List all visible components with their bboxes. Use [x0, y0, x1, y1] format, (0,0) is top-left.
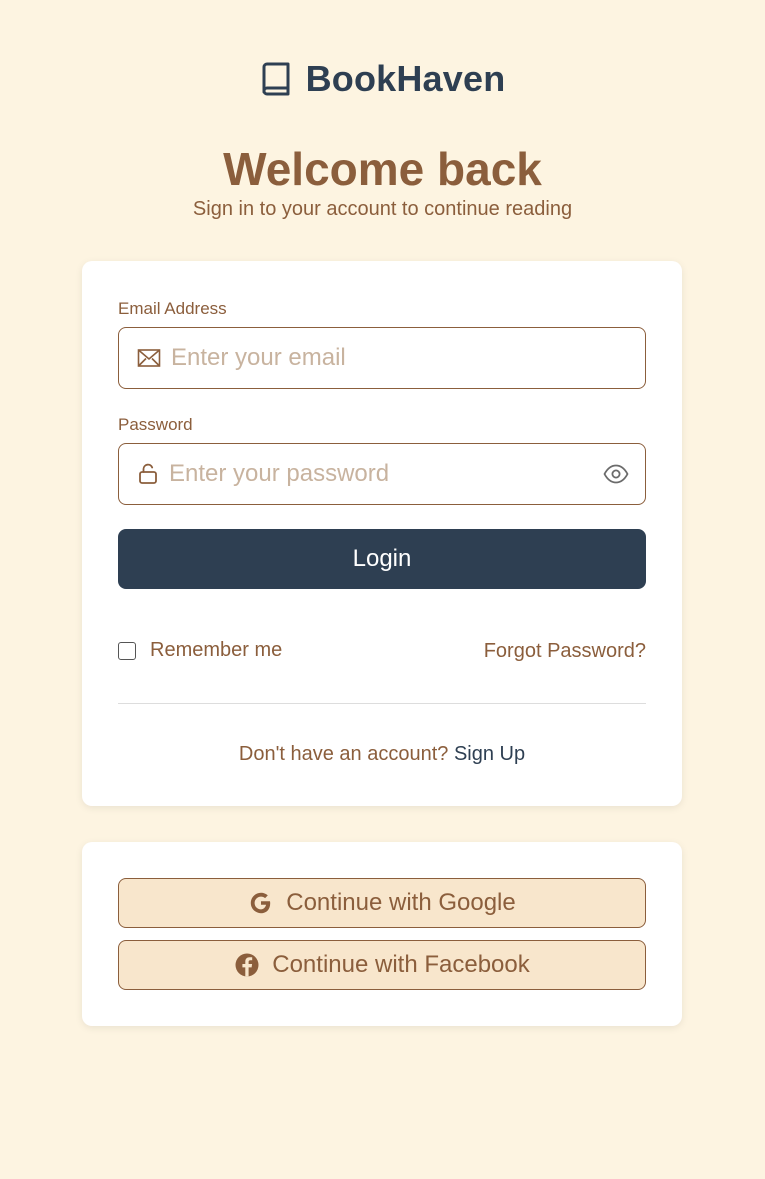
page-subtitle: Sign in to your account to continue read… — [192, 198, 573, 220]
eye-icon[interactable] — [603, 463, 629, 485]
email-field-wrapper — [118, 327, 646, 389]
login-button[interactable]: Login — [118, 529, 646, 589]
forgot-password-link[interactable]: Forgot Password? — [484, 640, 646, 663]
remember-me-label: Remember me — [150, 639, 283, 661]
mail-icon — [137, 349, 161, 367]
book-icon — [262, 62, 290, 96]
remember-me-checkbox[interactable] — [118, 641, 136, 660]
brand: BookHaven — [0, 58, 765, 100]
login-page: BookHaven Welcome back Sign in to your a… — [0, 0, 765, 1179]
signup-prompt: Don't have an account? — [238, 743, 449, 765]
divider — [118, 703, 646, 704]
login-card: Email Address Password Login Rem — [82, 261, 682, 806]
page-title: Welcome back — [223, 143, 542, 195]
password-label: Password — [118, 415, 193, 434]
password-field-wrapper — [118, 443, 646, 505]
signup-link[interactable]: Sign Up — [454, 743, 525, 765]
facebook-login-label: Continue with Facebook — [272, 951, 530, 978]
email-label: Email Address — [118, 299, 227, 318]
facebook-login-button[interactable]: Continue with Facebook — [118, 940, 646, 990]
password-input[interactable] — [169, 444, 589, 504]
google-login-button[interactable]: Continue with Google — [118, 878, 646, 928]
brand-name: BookHaven — [305, 58, 506, 99]
remember-me[interactable]: Remember me — [118, 639, 282, 662]
social-login-card: Continue with Google Continue with Faceb… — [82, 842, 682, 1026]
facebook-icon — [235, 953, 259, 977]
google-icon — [251, 892, 271, 914]
lock-icon — [139, 463, 157, 484]
email-input[interactable] — [171, 328, 631, 388]
signup-row: Don't have an account? Sign Up — [82, 743, 682, 766]
google-login-label: Continue with Google — [286, 889, 516, 916]
